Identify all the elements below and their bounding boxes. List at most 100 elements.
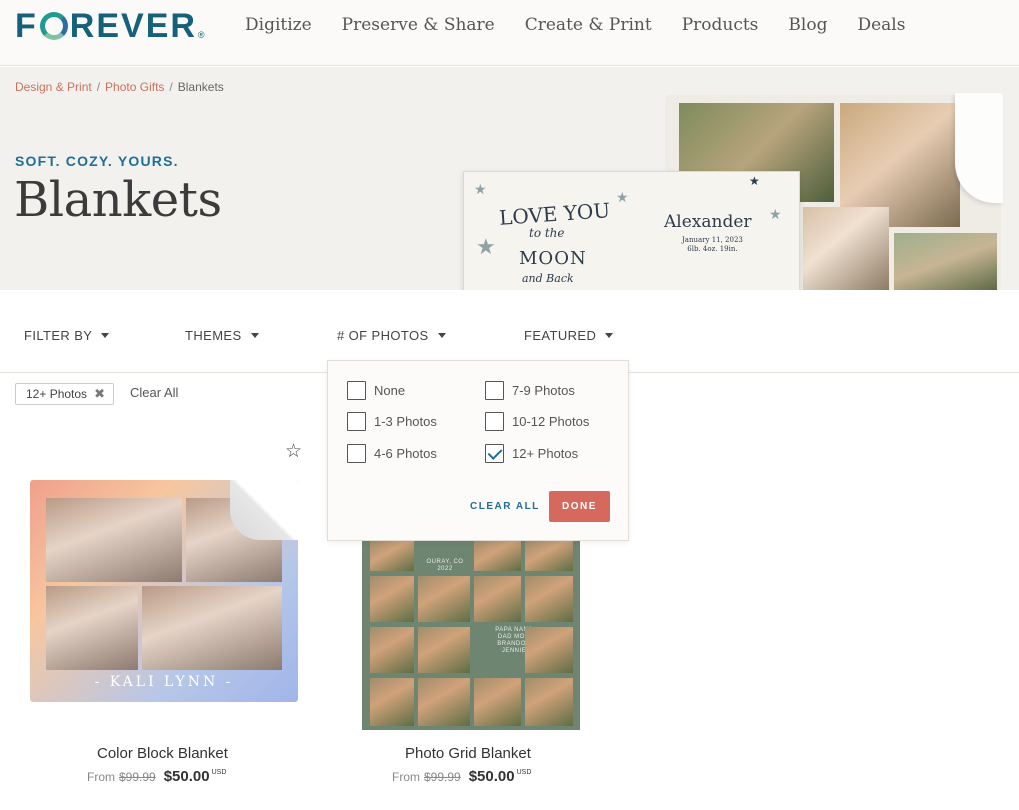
breadcrumb-separator: / bbox=[169, 80, 173, 94]
filter-by-dropdown[interactable]: FILTER BY bbox=[24, 328, 110, 343]
option-label: 4-6 Photos bbox=[374, 446, 437, 461]
star-icon: ★ bbox=[749, 174, 760, 188]
product-image-name-text: - KALI LYNN - bbox=[94, 674, 234, 690]
checkbox[interactable] bbox=[485, 412, 504, 431]
price-currency: USD bbox=[211, 769, 227, 776]
product-photo bbox=[142, 586, 282, 670]
checkbox[interactable] bbox=[347, 444, 366, 463]
breadcrumb: Design & Print / Photo Gifts / Blankets bbox=[15, 80, 224, 94]
nav-item-create-print[interactable]: Create & Print bbox=[525, 15, 652, 35]
product-price: From $99.99 $50.00 USD bbox=[87, 768, 226, 785]
num-photos-dropdown-panel: None 1-3 Photos 4-6 Photos 7-9 Photos 10… bbox=[327, 360, 629, 541]
caret-down-icon bbox=[437, 333, 446, 338]
blanket-size-line: 6lb. 4oz. 19in. bbox=[687, 245, 738, 253]
product-name[interactable]: Photo Grid Blanket bbox=[405, 745, 531, 762]
blanket-text-to-the: to the bbox=[529, 226, 565, 240]
num-photos-label: # OF PHOTOS bbox=[337, 328, 429, 343]
option-label: 7-9 Photos bbox=[512, 383, 575, 398]
main-nav: Digitize Preserve & Share Create & Print… bbox=[245, 15, 935, 35]
price-from-label: From bbox=[87, 770, 115, 784]
logo-letters: REVER bbox=[69, 6, 197, 45]
blanket-text-date: January 11, 2023 6lb. 4oz. 19in. bbox=[682, 236, 743, 254]
product-photo bbox=[474, 541, 521, 571]
product-image-color-block[interactable]: - KALI LYNN - bbox=[30, 480, 298, 702]
hero-tagline: SOFT. COZY. YOURS. bbox=[15, 153, 179, 169]
product-photo bbox=[418, 576, 470, 622]
dropdown-clear-all-button[interactable]: CLEAR ALL bbox=[470, 501, 540, 512]
option-none[interactable]: None bbox=[347, 381, 405, 400]
hero-blanket-image: ★ ★ ★ ★ ★ LOVE YOU to the MOON and Back … bbox=[463, 93, 1019, 290]
active-filter-chip[interactable]: 12+ Photos ✖ bbox=[15, 383, 114, 405]
collage-photo bbox=[894, 233, 997, 290]
blanket-text-name: Alexander bbox=[664, 212, 752, 232]
checkbox[interactable] bbox=[347, 381, 366, 400]
product-photo bbox=[418, 678, 470, 726]
product-photo bbox=[46, 586, 138, 670]
nav-item-digitize[interactable]: Digitize bbox=[245, 15, 312, 35]
product-photo bbox=[474, 576, 521, 622]
num-photos-dropdown[interactable]: # OF PHOTOS bbox=[337, 328, 446, 343]
product-photo bbox=[474, 678, 521, 726]
love-you-moon-blanket: ★ ★ ★ ★ ★ LOVE YOU to the MOON and Back … bbox=[463, 171, 800, 290]
site-header: F REVER ® Digitize Preserve & Share Crea… bbox=[0, 0, 1019, 66]
product-price: From $99.99 $50.00 USD bbox=[392, 768, 531, 785]
blanket-fold bbox=[955, 93, 1003, 203]
option-10-12-photos[interactable]: 10-12 Photos bbox=[485, 412, 589, 431]
breadcrumb-design-print[interactable]: Design & Print bbox=[15, 80, 92, 94]
price-original: $99.99 bbox=[119, 770, 156, 784]
product-photo bbox=[370, 627, 414, 673]
product-photo bbox=[370, 541, 414, 571]
page-title: Blankets bbox=[14, 172, 222, 228]
product-photo bbox=[418, 627, 470, 673]
nav-item-products[interactable]: Products bbox=[682, 15, 759, 35]
filter-by-label: FILTER BY bbox=[24, 328, 93, 343]
star-icon: ★ bbox=[474, 181, 487, 197]
price-currency: USD bbox=[516, 769, 532, 776]
product-photo bbox=[46, 498, 182, 582]
checkbox[interactable] bbox=[485, 381, 504, 400]
option-12-plus-photos[interactable]: 12+ Photos bbox=[485, 444, 578, 463]
star-icon: ★ bbox=[616, 189, 629, 205]
price-original: $99.99 bbox=[424, 770, 461, 784]
product-photo bbox=[525, 541, 573, 571]
clear-all-filters-link[interactable]: Clear All bbox=[130, 385, 178, 400]
blanket-text-and-back: and Back bbox=[522, 272, 574, 285]
product-image-location-text: OURAY, CO 2022 bbox=[426, 559, 464, 572]
option-label: 10-12 Photos bbox=[512, 414, 590, 429]
product-photo bbox=[525, 678, 573, 726]
dropdown-done-button[interactable]: DONE bbox=[549, 491, 610, 522]
product-image-photo-grid[interactable]: OURAY, CO 2022 PAPA NANA DAD MOM BRANDON… bbox=[362, 541, 580, 730]
price-sale: $50.00 bbox=[468, 768, 515, 785]
option-label: 1-3 Photos bbox=[374, 414, 437, 429]
favorite-star-icon[interactable]: ☆ bbox=[285, 442, 302, 461]
logo-ring-icon bbox=[39, 12, 68, 40]
themes-label: THEMES bbox=[185, 328, 242, 343]
nav-item-preserve-share[interactable]: Preserve & Share bbox=[342, 15, 495, 35]
product-photo bbox=[370, 576, 414, 622]
breadcrumb-separator: / bbox=[96, 80, 101, 94]
featured-sort-dropdown[interactable]: FEATURED bbox=[524, 328, 614, 343]
option-label: 12+ Photos bbox=[512, 446, 579, 461]
close-icon[interactable]: ✖ bbox=[94, 386, 105, 402]
caret-down-icon bbox=[101, 333, 110, 338]
forever-logo[interactable]: F REVER ® bbox=[15, 6, 207, 45]
checkbox[interactable] bbox=[347, 412, 366, 431]
breadcrumb-photo-gifts[interactable]: Photo Gifts bbox=[105, 80, 164, 94]
nav-item-blog[interactable]: Blog bbox=[788, 15, 827, 35]
option-4-6-photos[interactable]: 4-6 Photos bbox=[347, 444, 437, 463]
product-photo bbox=[525, 627, 573, 673]
option-1-3-photos[interactable]: 1-3 Photos bbox=[347, 412, 437, 431]
featured-label: FEATURED bbox=[524, 328, 597, 343]
chip-label: 12+ Photos bbox=[26, 387, 88, 401]
themes-dropdown[interactable]: THEMES bbox=[185, 328, 259, 343]
product-photo bbox=[525, 576, 573, 622]
caret-down-icon bbox=[250, 333, 259, 338]
breadcrumb-current: Blankets bbox=[177, 80, 224, 94]
nav-item-deals[interactable]: Deals bbox=[857, 15, 905, 35]
blanket-text-moon: MOON bbox=[519, 248, 587, 269]
checkbox-checked[interactable] bbox=[485, 444, 504, 463]
blanket-date-line: January 11, 2023 bbox=[682, 236, 743, 244]
option-7-9-photos[interactable]: 7-9 Photos bbox=[485, 381, 575, 400]
product-name[interactable]: Color Block Blanket bbox=[97, 745, 228, 762]
price-from-label: From bbox=[392, 770, 420, 784]
